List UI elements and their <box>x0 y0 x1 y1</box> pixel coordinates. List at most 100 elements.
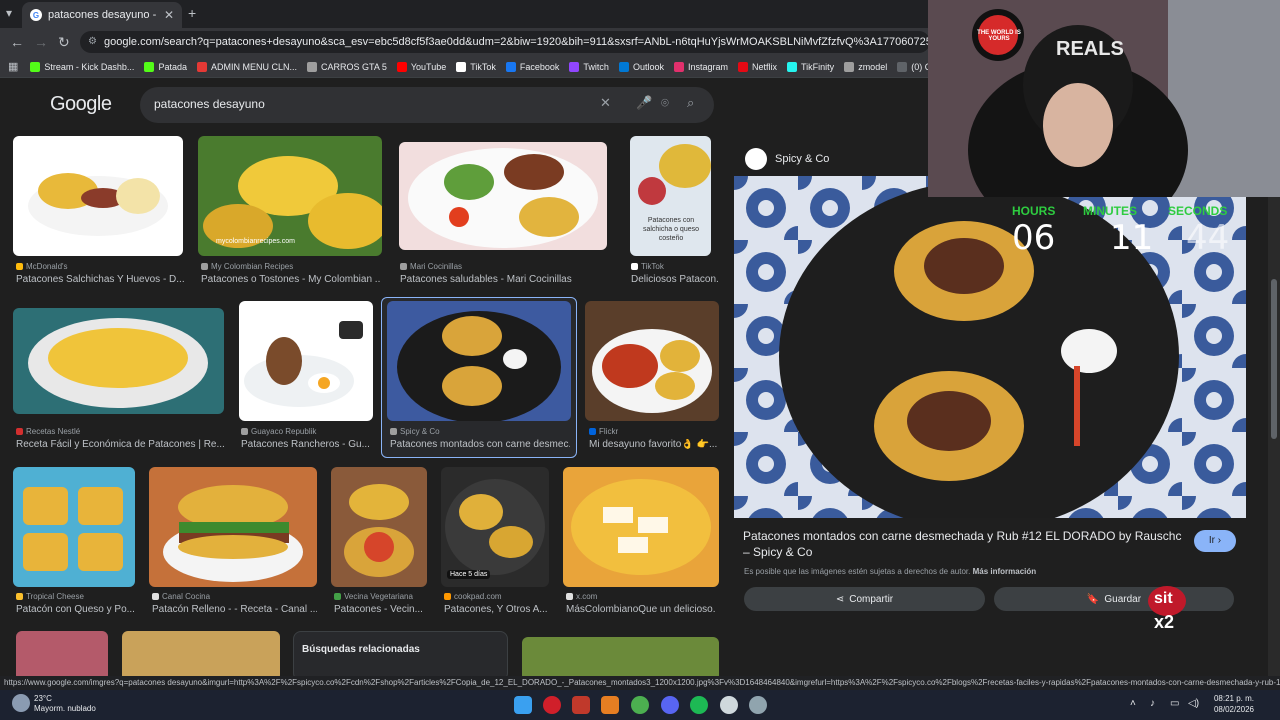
more-info-link[interactable]: Más información <box>973 567 1037 576</box>
bookmark-item[interactable]: CARROS GTA 5 <box>306 61 387 72</box>
result-title[interactable]: Patacones saludables - Mari Cocinillas <box>400 274 600 285</box>
search-box[interactable]: patacones desayuno ✕ 🎤 ⌾ ⌕ <box>140 87 714 123</box>
result-title[interactable]: Patacones - Vecin... <box>334 604 429 615</box>
forward-icon[interactable]: → <box>34 34 48 50</box>
search-input[interactable]: patacones desayuno <box>154 97 265 111</box>
result-title[interactable]: Patacones montados con carne desmec... <box>390 439 570 450</box>
chrome-icon[interactable] <box>631 696 649 714</box>
related-searches-box[interactable]: Búsquedas relacionadas <box>293 631 508 676</box>
result-image-12[interactable]: Hace 5 días <box>441 467 549 587</box>
bookmark-item[interactable]: Patada <box>144 61 187 72</box>
tray-arrow-icon[interactable]: ˄ <box>1130 698 1136 709</box>
close-tab-icon[interactable]: ✕ <box>164 8 174 22</box>
bookmark-item[interactable]: Netflix <box>738 61 777 72</box>
settings-icon[interactable] <box>720 696 738 714</box>
result-source[interactable]: Guayaco Republik <box>241 427 316 436</box>
obs-icon[interactable] <box>749 696 767 714</box>
search-icon[interactable]: ⌕ <box>687 95 694 111</box>
result-source[interactable]: My Colombian Recipes <box>201 262 293 271</box>
result-title[interactable]: Deliciosos Patacon... <box>631 274 719 285</box>
bookmark-item[interactable]: Instagram <box>673 61 728 72</box>
result-title[interactable]: Mi desayuno favorito👌 👉... <box>589 439 719 450</box>
back-icon[interactable]: ← <box>10 34 24 50</box>
clock[interactable]: 08:21 p. m. 08/02/2026 <box>1206 693 1254 715</box>
panel-title[interactable]: Patacones montados con carne desmechada … <box>743 528 1183 560</box>
result-image-6[interactable] <box>239 301 373 421</box>
hours-value: 06 <box>1012 218 1056 258</box>
save-button[interactable]: 🔖 Guardar <box>994 587 1234 611</box>
result-source[interactable]: x.com <box>566 592 597 601</box>
result-image-10[interactable] <box>149 467 317 587</box>
result-image-3[interactable] <box>399 142 607 250</box>
start-icon[interactable] <box>514 696 532 714</box>
share-button[interactable]: ⋖ Compartir <box>744 587 985 611</box>
result-title[interactable]: Patacones Rancheros - Gu... <box>241 439 371 450</box>
result-source[interactable]: Flickr <box>589 427 618 436</box>
bookmark-item[interactable]: zmodel <box>844 61 887 72</box>
tab-list-icon[interactable]: ▾ <box>6 6 12 20</box>
scrollbar-thumb[interactable] <box>1271 279 1277 439</box>
result-image-7-selected[interactable] <box>387 301 571 421</box>
share-icon: ⋖ <box>835 593 845 605</box>
site-info-icon[interactable]: ⚙ <box>88 31 97 53</box>
result-image-8[interactable] <box>585 301 719 421</box>
result-title[interactable]: MásColombianoQue un delicioso... <box>566 604 716 615</box>
windows-taskbar: 23°C Mayorm. nublado ˄ ♪ ▭ ◁) 08:21 p. m… <box>0 690 1280 720</box>
google-logo[interactable]: Google <box>50 93 112 116</box>
bookmark-item[interactable]: TikTok <box>456 61 496 72</box>
result-title[interactable]: Patacón Relleno - - Receta - Canal ... <box>152 604 317 615</box>
result-source[interactable]: Recetas Nestlé <box>16 427 80 436</box>
bookmark-favicon-icon <box>196 61 207 72</box>
result-source[interactable]: Tropical Cheese <box>16 592 84 601</box>
network-icon[interactable]: ▭ <box>1170 698 1179 709</box>
voice-search-icon[interactable]: 🎤 <box>636 95 652 111</box>
discord-icon[interactable] <box>661 696 679 714</box>
result-source[interactable]: McDonald's <box>16 262 68 271</box>
result-image-5[interactable] <box>13 308 224 414</box>
result-source[interactable]: Spicy & Co <box>390 427 440 436</box>
mic-icon[interactable]: ♪ <box>1150 698 1155 709</box>
result-image-1[interactable] <box>13 136 183 256</box>
spotify-icon[interactable] <box>690 696 708 714</box>
result-image-13[interactable] <box>563 467 719 587</box>
result-image-11[interactable] <box>331 467 427 587</box>
image-caption-overlay: Patacones con salchicha o queso costeño <box>642 217 700 242</box>
panel-source[interactable]: Spicy & Co <box>775 153 829 165</box>
result-image-14[interactable] <box>16 631 108 676</box>
clear-search-icon[interactable]: ✕ <box>600 95 611 111</box>
result-source[interactable]: cookpad.com <box>444 592 502 601</box>
result-image-9[interactable] <box>13 467 135 587</box>
bookmark-item[interactable]: Facebook <box>505 61 559 72</box>
result-image-16[interactable] <box>522 637 719 676</box>
bookmark-item[interactable]: Stream - Kick Dashb... <box>30 61 134 72</box>
app-icon-a[interactable] <box>572 696 590 714</box>
result-image-4[interactable]: Patacones con salchicha o queso costeño <box>630 136 711 256</box>
result-source[interactable]: Vecina Vegetariana <box>334 592 413 601</box>
bookmark-item[interactable]: ADMIN MENU CLN... <box>196 61 297 72</box>
result-source[interactable]: TikTok <box>631 262 664 271</box>
result-title[interactable]: Patacones, Y Otros A... <box>444 604 549 615</box>
reload-icon[interactable]: ↻ <box>58 34 70 51</box>
result-source[interactable]: Mari Cocinillas <box>400 262 462 271</box>
result-image-2[interactable]: mycolombianrecipes.com <box>198 136 382 256</box>
bookmark-item[interactable]: Twitch <box>569 61 609 72</box>
result-source[interactable]: Canal Cocina <box>152 592 210 601</box>
result-title[interactable]: Patacón con Queso y Po... <box>16 604 136 615</box>
lens-search-icon[interactable]: ⌾ <box>661 95 669 111</box>
bookmark-item[interactable]: YouTube <box>396 61 446 72</box>
visit-button[interactable]: Ir › <box>1194 530 1236 552</box>
result-title[interactable]: Receta Fácil y Económica de Patacones | … <box>16 439 226 450</box>
result-image-15[interactable] <box>122 631 280 676</box>
volume-icon[interactable]: ◁) <box>1188 698 1199 709</box>
bookmark-item[interactable]: Outlook <box>618 61 664 72</box>
apps-icon[interactable]: ▦ <box>8 60 18 73</box>
new-tab-icon[interactable]: + <box>188 5 196 21</box>
weather-widget[interactable]: 23°C Mayorm. nublado <box>12 694 96 714</box>
app-icon-b[interactable] <box>601 696 619 714</box>
bookmark-item[interactable]: TikFinity <box>787 61 834 72</box>
result-title[interactable]: Patacones Salchichas Y Huevos - D... <box>16 274 186 285</box>
tab-active[interactable]: G patacones desayuno - Buscar con Google… <box>22 2 182 28</box>
opera-icon[interactable] <box>543 696 561 714</box>
url-field[interactable]: ⚙ google.com/search?q=patacones+desayuno… <box>80 31 930 53</box>
result-title[interactable]: Patacones o Tostones - My Colombian ... <box>201 274 381 285</box>
